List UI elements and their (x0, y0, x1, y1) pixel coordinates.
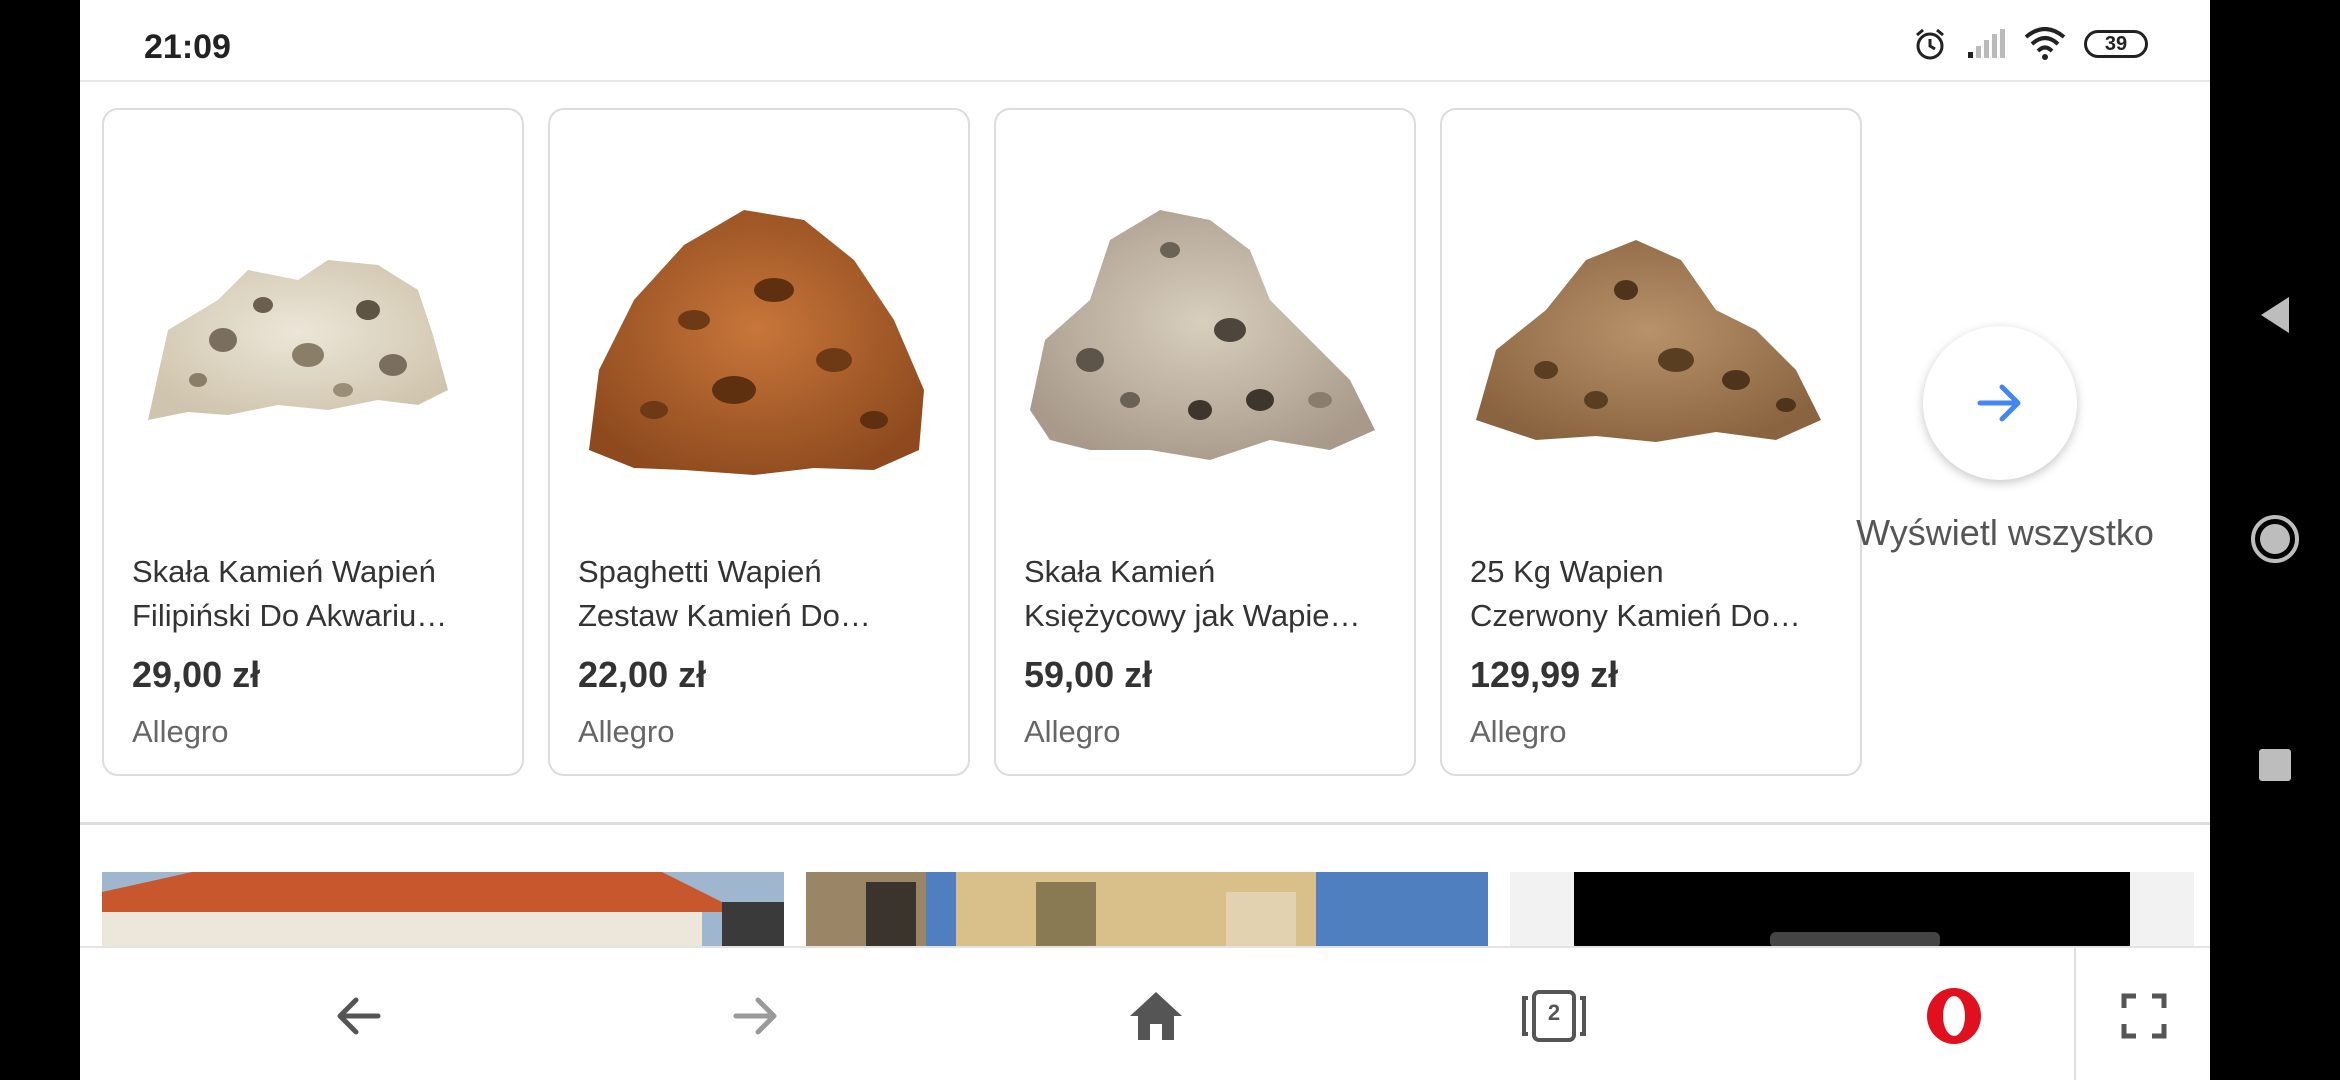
back-button[interactable] (320, 978, 396, 1054)
back-arrow-icon (337, 997, 381, 1035)
product-title: Skała Kamień Wapień Filipiński Do Akwari… (132, 554, 448, 633)
system-home-button[interactable] (2250, 514, 2300, 564)
forward-arrow-icon (733, 997, 777, 1035)
image-thumbnail[interactable] (102, 872, 784, 948)
system-recents-button[interactable] (2250, 740, 2300, 790)
dark-image (1510, 872, 2194, 948)
triangle-back-icon (2261, 297, 2289, 333)
status-bar: 21:09 39 (80, 0, 2210, 82)
toolbar-separator (2074, 948, 2076, 1080)
product-card[interactable]: Skała Kamień Księżycowy jak Wapie… 59,00… (994, 108, 1416, 776)
product-card[interactable]: 25 Kg Wapien Czerwony Kamień Do… 129,99 … (1440, 108, 1862, 776)
wifi-icon (2024, 27, 2066, 60)
home-icon (1130, 992, 1182, 1040)
product-price: 59,00 zł (1024, 654, 1153, 695)
product-store: Allegro (578, 714, 675, 749)
product-title: Spaghetti Wapień Zestaw Kamień Do… (578, 554, 871, 633)
tabs-count: 2 (1547, 1000, 1561, 1025)
product-store: Allegro (1024, 714, 1121, 749)
opera-menu-button[interactable] (1916, 978, 1992, 1054)
opera-menu-icon (1927, 988, 1981, 1044)
product-card[interactable]: Skała Kamień Wapień Filipiński Do Akwari… (102, 108, 524, 776)
status-icons: 39 (1912, 26, 2148, 62)
alarm-icon (1916, 28, 1944, 60)
view-all[interactable]: Wyświetl wszystko (1856, 326, 2154, 553)
fullscreen-button[interactable] (2106, 978, 2182, 1054)
product-price: 129,99 zł (1470, 654, 1619, 695)
product-image (589, 210, 924, 475)
house-image (806, 872, 1488, 948)
home-button[interactable] (1118, 978, 1194, 1054)
signal-icon (1968, 29, 2005, 58)
image-thumbnail[interactable] (806, 872, 1488, 948)
image-thumbnail[interactable] (1510, 872, 2194, 948)
product-price: 29,00 zł (132, 654, 261, 695)
browser-toolbar: 2 (80, 946, 2210, 1080)
product-price: 22,00 zł (578, 654, 707, 695)
system-back-button[interactable] (2250, 290, 2300, 340)
image-results-row (102, 872, 2202, 948)
arrow-right-icon (1977, 384, 2021, 422)
fullscreen-icon (2121, 993, 2167, 1039)
view-all-label[interactable]: Wyświetl wszystko (1850, 512, 2160, 554)
forward-button[interactable] (718, 978, 794, 1054)
product-store: Allegro (132, 714, 229, 749)
product-image (148, 260, 448, 420)
product-carousel: Skała Kamień Wapień Filipiński Do Akwari… (102, 108, 1862, 776)
battery-indicator: 39 (2084, 30, 2148, 58)
product-title: Skała Kamień Księżycowy jak Wapie… (1024, 554, 1361, 633)
status-time: 21:09 (144, 28, 231, 66)
product-card[interactable]: Spaghetti Wapień Zestaw Kamień Do… 22,00… (548, 108, 970, 776)
house-image (102, 872, 784, 948)
view-all-button[interactable] (1923, 326, 2077, 480)
product-title: 25 Kg Wapien Czerwony Kamień Do… (1470, 554, 1801, 633)
section-divider (80, 822, 2210, 825)
product-image (1476, 240, 1821, 442)
product-store: Allegro (1470, 714, 1567, 749)
browser-screen: 21:09 39 Skała Kamień Wapień Filipiński … (80, 0, 2210, 1080)
system-navigation-bar (2210, 0, 2340, 1080)
tabs-button[interactable]: 2 (1516, 978, 1592, 1054)
product-image (1030, 210, 1375, 460)
circle-home-icon (2251, 515, 2299, 563)
square-recents-icon (2259, 749, 2291, 781)
